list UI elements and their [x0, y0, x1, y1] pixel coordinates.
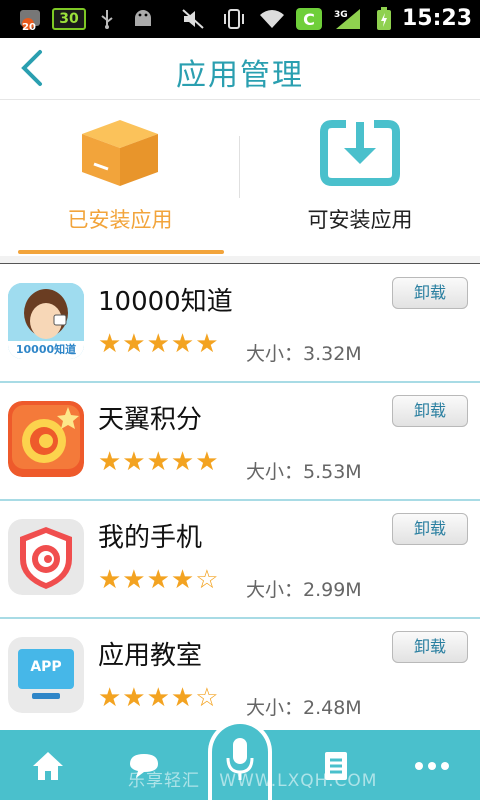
app-size: 大小：3.32M [246, 343, 362, 365]
android-debug-icon [130, 8, 156, 30]
installed-app-list[interactable]: 10000知道 10000知道 ★★★★★ 大小：3.32M 卸载 天翼积分 ★… [0, 265, 480, 730]
download-icon [320, 120, 400, 186]
wifi-icon [256, 8, 288, 30]
app-name: 应用教室 [98, 641, 203, 671]
app-size: 大小：2.48M [246, 697, 362, 719]
usb-icon [96, 8, 118, 30]
home-icon [33, 752, 63, 780]
battery-level-icon: 30 [52, 8, 86, 30]
app-icon-text: 10000知道 [15, 343, 77, 356]
watermark: 乐享轻汇 · WWW.LXQH.COM [128, 771, 378, 791]
network-type: 3G [334, 10, 348, 20]
tab-installed-label: 已安装应用 [67, 208, 173, 232]
uninstall-button[interactable]: 卸载 [392, 513, 468, 545]
rating-stars: ★★★★★ [98, 447, 220, 477]
app-c-icon: C [296, 8, 322, 30]
mute-icon [180, 8, 208, 30]
more-dots-icon [415, 762, 449, 770]
rating-stars: ★★★★☆ [98, 565, 220, 595]
vibrate-icon [220, 8, 248, 30]
list-item[interactable]: 10000知道 10000知道 ★★★★★ 大小：3.32M 卸载 [0, 265, 480, 383]
tab-installable-label: 可安装应用 [307, 208, 413, 232]
list-item[interactable]: APP 应用教室 ★★★★☆ 大小：2.48M 卸载 [0, 619, 480, 730]
app-c-label: C [303, 9, 315, 29]
rating-stars: ★★★★★ [98, 329, 220, 359]
home-button[interactable] [30, 748, 66, 784]
tab-bar: 已安装应用 可安装应用 [0, 100, 480, 256]
app-icon-10000zhidao: 10000知道 [8, 283, 84, 359]
app-icon-my-phone [8, 519, 84, 595]
rating-stars: ★★★★☆ [98, 683, 220, 713]
tabs-separator [0, 256, 480, 264]
status-bar: 20 30 C 3G 15:23 [0, 0, 480, 38]
app-size: 大小：5.53M [246, 461, 362, 483]
more-button[interactable] [414, 748, 450, 784]
app-icon-tianyi-jifen [8, 401, 84, 477]
app-name: 10000知道 [98, 287, 233, 317]
battery-level-text: 30 [59, 11, 79, 27]
title-bar: 应用管理 [0, 38, 480, 100]
page-title: 应用管理 [176, 58, 304, 93]
uninstall-button[interactable]: 卸载 [392, 631, 468, 663]
uninstall-button[interactable]: 卸载 [392, 277, 468, 309]
uninstall-button[interactable]: 卸载 [392, 395, 468, 427]
clock: 15:23 [401, 6, 472, 31]
app-name: 我的手机 [98, 523, 203, 553]
tab-installable[interactable]: 可安装应用 [240, 100, 480, 256]
app-icon-app-classroom: APP [8, 637, 84, 713]
box-icon [82, 120, 158, 186]
list-item[interactable]: 我的手机 ★★★★☆ 大小：2.99M 卸载 [0, 501, 480, 619]
app-name: 天翼积分 [98, 405, 203, 435]
app-size: 大小：2.99M [246, 579, 362, 601]
app-icon-text: APP [30, 659, 62, 675]
notification-badge: 20 [22, 21, 36, 33]
list-item[interactable]: 天翼积分 ★★★★★ 大小：5.53M 卸载 [0, 383, 480, 501]
tab-selected-indicator [18, 250, 224, 254]
battery-icon [374, 7, 394, 30]
tab-installed[interactable]: 已安装应用 [0, 100, 240, 256]
